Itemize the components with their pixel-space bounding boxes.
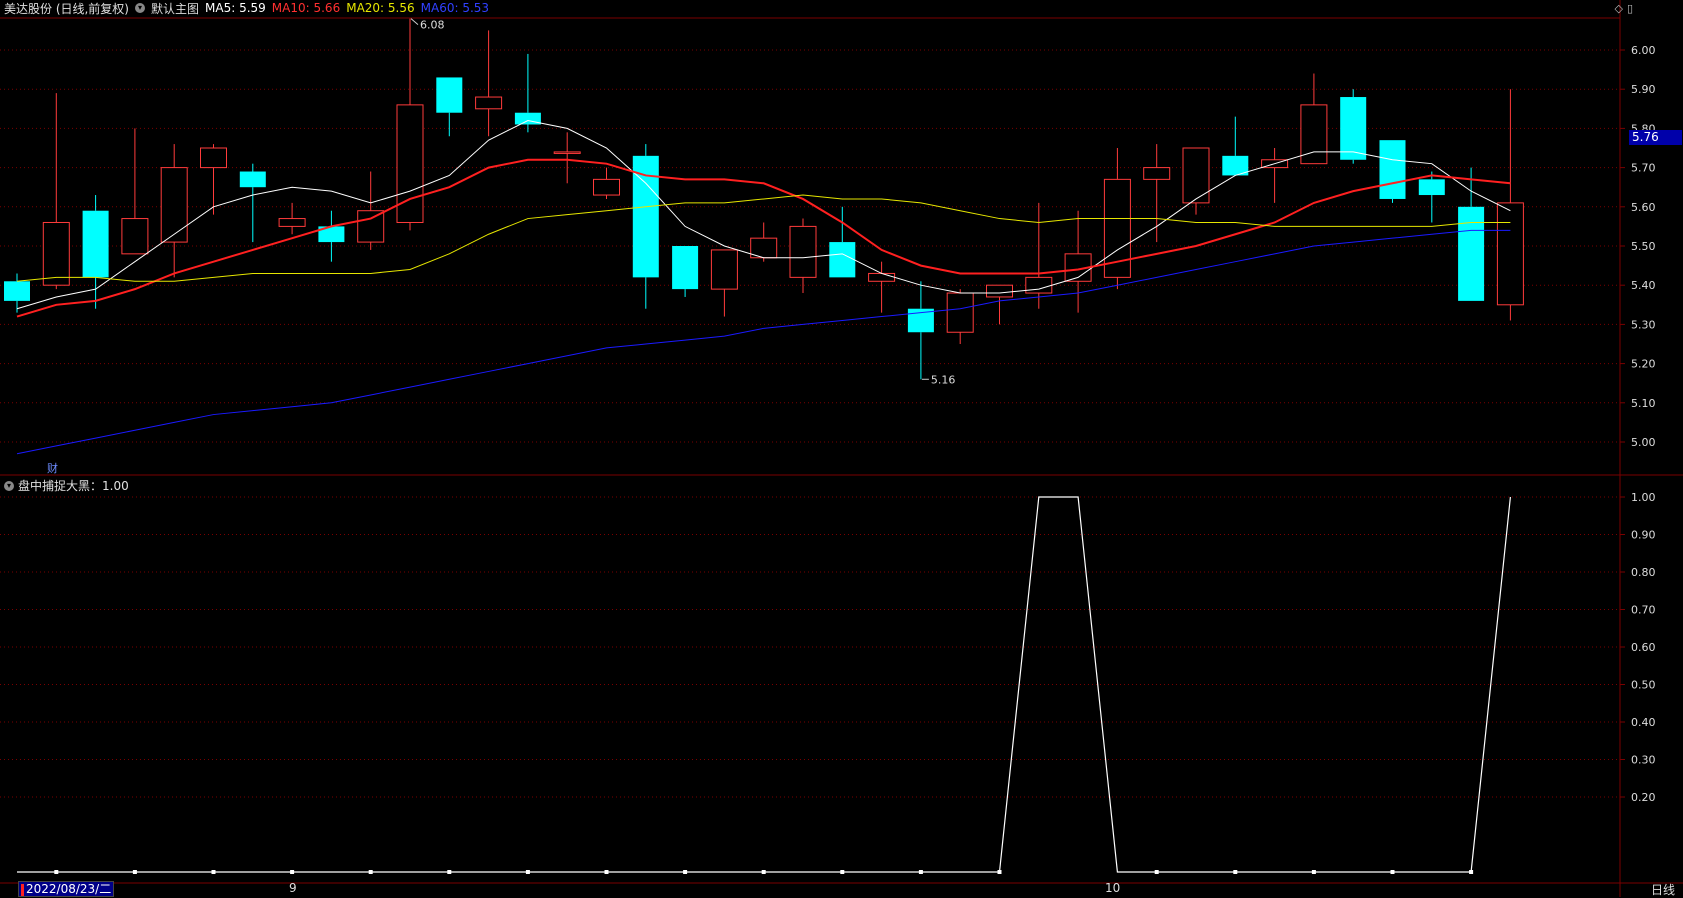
ma-line-ma5: [16, 120, 1511, 310]
indicator-dot: [1390, 870, 1395, 874]
indicator-dot: [604, 870, 609, 874]
candle-body: [593, 178, 620, 196]
date-cursor: 2022/08/23/二: [18, 881, 115, 897]
y-tick-label: 5.90: [1631, 83, 1656, 96]
finance-mark[interactable]: 财: [47, 460, 58, 476]
y-tick-label: 5.60: [1631, 201, 1656, 214]
candle-body: [357, 210, 385, 243]
y-tick-label: 0.70: [1631, 604, 1656, 617]
indicator-dot: [211, 870, 216, 874]
candle-body: [946, 292, 974, 333]
ma60-value: MA60: 5.53: [420, 1, 490, 15]
candle-body: [829, 242, 856, 278]
indicator-dot: [761, 870, 766, 874]
candle-body: [121, 218, 149, 255]
y-tick-label: 5.10: [1631, 397, 1656, 410]
candle-body: [1418, 179, 1445, 196]
stock-chart[interactable]: 6.005.905.805.705.605.505.405.305.205.10…: [0, 0, 1683, 897]
y-tick-label: 5.30: [1631, 318, 1656, 331]
y-tick-label: 0.50: [1631, 679, 1656, 692]
chart-header: 美达股份 (日线,前复权) ▾ 默认主图 MA5: 5.59 MA10: 5.6…: [4, 0, 489, 16]
indicator-dot: [1233, 870, 1238, 874]
y-tick-label: 5.70: [1631, 162, 1656, 175]
indicator-line: [17, 496, 1511, 873]
ma-line-ma60: [16, 229, 1511, 455]
indicator-dot: [1154, 870, 1159, 874]
candle-body: [475, 96, 503, 110]
main-chart-label[interactable]: 默认主图: [151, 0, 199, 17]
y-tick-label: 6.00: [1631, 44, 1656, 57]
ma20-value: MA20: 5.56: [346, 1, 415, 15]
current-price-tag: 5.76: [1629, 130, 1682, 145]
period-label[interactable]: 日线: [1651, 881, 1675, 898]
candle-body: [632, 155, 659, 278]
ma10-value: MA10: 5.66: [271, 1, 341, 15]
candle-body: [1340, 97, 1367, 160]
extreme-label: 5.16: [931, 373, 956, 386]
candle-body: [1458, 206, 1485, 301]
y-tick-label: 5.20: [1631, 358, 1656, 371]
stock-title[interactable]: 美达股份 (日线,前复权): [4, 0, 129, 17]
candle-body: [1025, 276, 1053, 294]
ma5-value: MA5: 5.59: [205, 1, 266, 15]
candle-body: [4, 281, 30, 301]
extreme-label: 6.08: [420, 19, 445, 32]
indicator-header: ▾ 盘中捕捉大黑：1.00: [4, 477, 129, 494]
y-tick-label: 1.00: [1631, 491, 1656, 504]
candle-body: [396, 104, 424, 223]
candle-body: [436, 77, 463, 113]
chart-window-controls: ◇ ▯: [1614, 2, 1633, 15]
y-tick-label: 0.30: [1631, 754, 1656, 767]
dropdown-circle-icon[interactable]: ▾: [135, 3, 145, 13]
candle-body: [160, 167, 188, 243]
candle-body: [986, 284, 1013, 298]
y-tick-label: 5.00: [1631, 436, 1656, 449]
indicator-dot: [447, 870, 452, 874]
candle-body: [789, 225, 817, 278]
candle-body: [1143, 167, 1171, 180]
indicator-dot: [840, 870, 845, 874]
candle-body: [553, 151, 581, 154]
y-tick-label: 0.40: [1631, 716, 1656, 729]
month-label-9: 9: [289, 881, 297, 895]
y-tick-label: 0.20: [1631, 791, 1656, 804]
indicator-dot: [525, 870, 530, 874]
indicator-dot: [1469, 870, 1474, 874]
indicator-dot: [290, 870, 295, 874]
indicator-dot: [368, 870, 373, 874]
indicator-dot: [54, 870, 59, 874]
indicator-dot: [918, 870, 923, 874]
date-cursor-label: 2022/08/23/二: [26, 882, 112, 896]
y-tick-label: 5.40: [1631, 279, 1656, 292]
window-icon[interactable]: ▯: [1627, 2, 1633, 15]
candle-body: [200, 147, 227, 169]
candle-body: [1182, 147, 1210, 204]
diamond-icon[interactable]: ◇: [1614, 2, 1622, 15]
candle-body: [868, 272, 896, 282]
annotation-arrow: [410, 18, 419, 26]
candle-body: [672, 246, 699, 290]
y-tick-label: 0.90: [1631, 529, 1656, 542]
candle-body: [278, 218, 306, 227]
candle-body: [239, 171, 266, 188]
indicator-dot: [683, 870, 688, 874]
dropdown-circle-icon[interactable]: ▾: [4, 480, 14, 491]
candle-body: [1496, 202, 1524, 306]
indicator-dot: [132, 870, 137, 874]
candle-body: [1379, 140, 1406, 199]
y-tick-label: 5.50: [1631, 240, 1656, 253]
y-tick-label: 0.80: [1631, 566, 1656, 579]
candle-body: [82, 210, 109, 278]
month-label-10: 10: [1105, 881, 1121, 895]
indicator-dot: [1311, 870, 1316, 874]
indicator-title[interactable]: 盘中捕捉大黑：1.00: [18, 477, 129, 494]
cursor-mark-icon: [21, 883, 24, 896]
y-tick-label: 0.60: [1631, 641, 1656, 654]
candle-body: [710, 249, 738, 290]
candle-body: [42, 221, 70, 286]
indicator-dot: [997, 870, 1002, 874]
